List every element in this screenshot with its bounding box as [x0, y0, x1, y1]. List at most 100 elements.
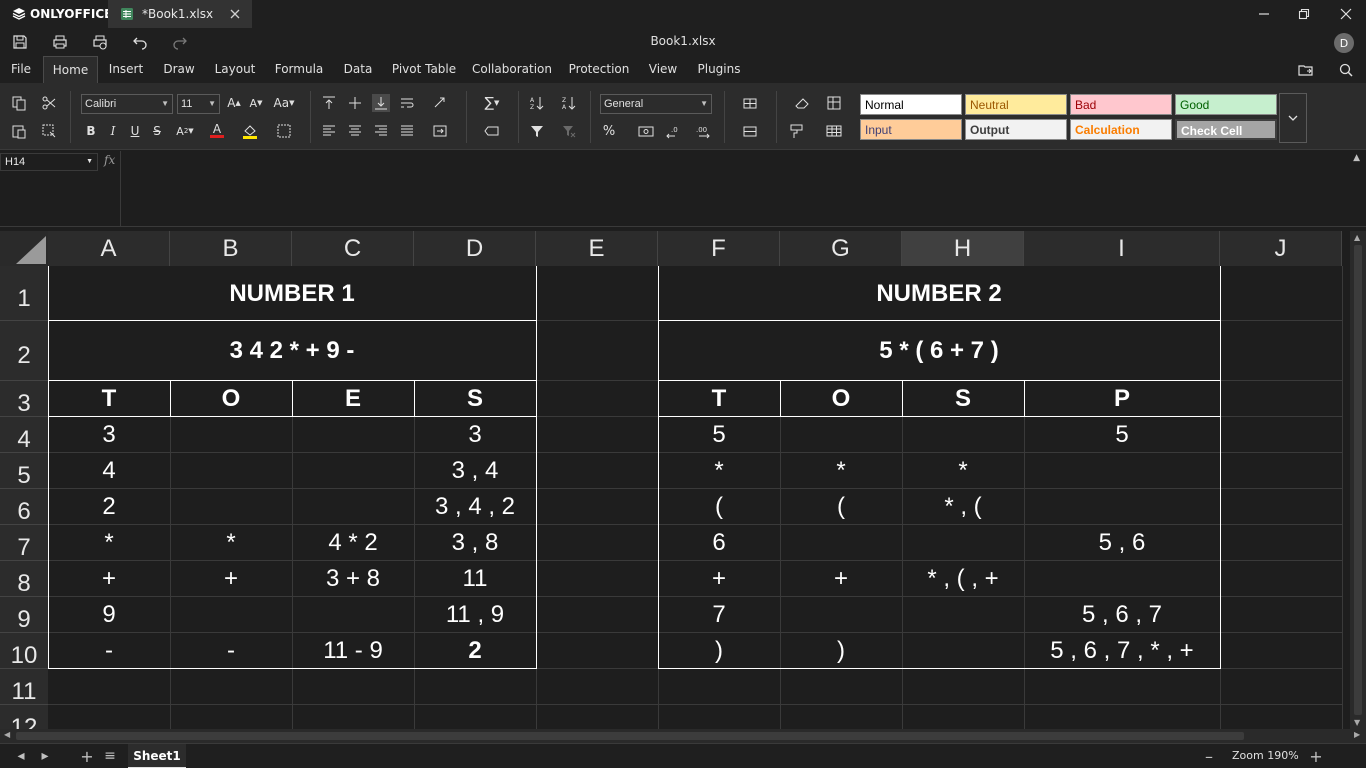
column-header-g[interactable]: G	[780, 231, 902, 266]
table-cell[interactable]: 5 , 6 , 7	[1024, 597, 1220, 632]
table-header-cell[interactable]: T	[48, 381, 170, 417]
table-header-cell[interactable]: O	[780, 381, 902, 417]
clear-filter-button[interactable]	[560, 122, 578, 140]
insert-cells-button[interactable]	[736, 94, 764, 112]
table-cell[interactable]	[780, 525, 902, 560]
row-header-3[interactable]: 3	[0, 381, 48, 417]
tab-home[interactable]: Home	[43, 56, 98, 83]
table-cell[interactable]: 9	[48, 597, 170, 632]
merge-cells-button[interactable]	[426, 122, 454, 140]
row-header-5[interactable]: 5	[0, 453, 48, 489]
tab-plugins[interactable]: Plugins	[692, 56, 746, 83]
row-header-9[interactable]: 9	[0, 597, 48, 633]
style-calculation[interactable]: Calculation	[1070, 119, 1172, 140]
table-cell[interactable]: )	[658, 633, 780, 668]
font-name-select[interactable]: Calibri ▼	[81, 94, 173, 114]
copy-button[interactable]	[10, 94, 28, 112]
tab-protection[interactable]: Protection	[564, 56, 634, 83]
column-header-b[interactable]: B	[170, 231, 292, 266]
table-cell[interactable]: 11 - 9	[292, 633, 414, 668]
table-cell[interactable]: 5 , 6	[1024, 525, 1220, 560]
user-avatar[interactable]: D	[1334, 33, 1354, 53]
table-cell[interactable]: *	[780, 453, 902, 488]
table-cell[interactable]: (	[780, 489, 902, 524]
table-cell[interactable]: +	[48, 561, 170, 596]
named-ranges-button[interactable]	[478, 122, 506, 140]
clear-button[interactable]	[788, 94, 816, 112]
row-header-12[interactable]: 12	[0, 705, 48, 729]
bold-button[interactable]: B	[82, 122, 100, 140]
table-cell[interactable]: * , (	[902, 489, 1024, 524]
subscript-button[interactable]: A 2 ▼	[172, 122, 198, 140]
tab-view[interactable]: View	[644, 56, 682, 83]
table-cell[interactable]	[1024, 561, 1220, 596]
style-good[interactable]: Good	[1175, 94, 1277, 115]
table-cell[interactable]	[292, 453, 414, 488]
table-cell[interactable]	[292, 597, 414, 632]
style-bad[interactable]: Bad	[1070, 94, 1172, 115]
table-cell[interactable]: 5	[658, 417, 780, 452]
table-cell[interactable]: 2	[48, 489, 170, 524]
format-as-table-button[interactable]	[820, 122, 848, 140]
filter-button[interactable]	[528, 122, 546, 140]
table-cell[interactable]	[902, 525, 1024, 560]
underline-button[interactable]: U	[126, 122, 144, 140]
cut-button[interactable]	[40, 94, 58, 112]
strikethrough-button[interactable]: S	[148, 122, 166, 140]
table-header-cell[interactable]: S	[902, 381, 1024, 417]
table-cell[interactable]: -	[48, 633, 170, 668]
table-cell[interactable]	[780, 597, 902, 632]
increase-font-button[interactable]: A ▲	[225, 94, 243, 112]
collapse-formula-icon[interactable]: ▲	[1353, 153, 1360, 163]
first-sheet-icon[interactable]: ◂	[14, 748, 28, 764]
table-cell[interactable]: *	[902, 453, 1024, 488]
table-cell[interactable]	[1024, 489, 1220, 524]
table-cell[interactable]: 11	[414, 561, 536, 596]
tab-insert[interactable]: Insert	[104, 56, 148, 83]
select-all-corner[interactable]	[0, 231, 48, 266]
table-cell[interactable]	[170, 417, 292, 452]
borders-button[interactable]	[270, 122, 298, 140]
more-styles-button[interactable]	[1279, 93, 1307, 143]
style-neutral[interactable]: Neutral	[965, 94, 1067, 115]
table-cell[interactable]: 6	[658, 525, 780, 560]
fill-color-button[interactable]	[236, 122, 264, 140]
column-header-f[interactable]: F	[658, 231, 780, 266]
last-sheet-icon[interactable]: ▸	[38, 748, 52, 764]
table-cell[interactable]	[780, 417, 902, 452]
column-header-h[interactable]: H	[902, 231, 1024, 266]
table-header-cell[interactable]: O	[170, 381, 292, 417]
column-header-d[interactable]: D	[414, 231, 536, 266]
table-cell[interactable]: 7	[658, 597, 780, 632]
table-cell[interactable]	[902, 633, 1024, 668]
table-cell[interactable]: *	[48, 525, 170, 560]
style-input[interactable]: Input	[860, 119, 962, 140]
tab-collaboration[interactable]: Collaboration	[470, 56, 554, 83]
scroll-down-icon[interactable]: ▼	[1354, 718, 1360, 727]
vertical-scrollbar[interactable]: ▲ ▼	[1350, 231, 1366, 729]
copy-style-button[interactable]	[788, 122, 806, 140]
style-check-cell[interactable]: Check Cell	[1175, 119, 1277, 140]
close-window-button[interactable]	[1326, 0, 1366, 28]
sort-ascending-button[interactable]: AZ	[528, 94, 546, 112]
table-cell[interactable]	[292, 417, 414, 452]
row-header-2[interactable]: 2	[0, 321, 48, 381]
row-header-6[interactable]: 6	[0, 489, 48, 525]
style-normal[interactable]: Normal	[860, 94, 962, 115]
row-header-7[interactable]: 7	[0, 525, 48, 561]
table-cell[interactable]: 11 , 9	[414, 597, 536, 632]
column-header-c[interactable]: C	[292, 231, 414, 266]
column-header-e[interactable]: E	[536, 231, 658, 266]
sheet-list-icon[interactable]: ≡	[103, 748, 117, 764]
tab-data[interactable]: Data	[338, 56, 378, 83]
search-icon[interactable]	[1338, 62, 1354, 78]
justify-button[interactable]	[398, 122, 416, 140]
change-case-button[interactable]: Aa ▼	[272, 94, 296, 112]
conditional-formatting-button[interactable]	[820, 94, 848, 112]
column-header-a[interactable]: A	[48, 231, 170, 266]
zoom-out-icon[interactable]: –	[1202, 747, 1216, 766]
italic-button[interactable]: I	[104, 122, 122, 140]
table-cell[interactable]: 3 + 8	[292, 561, 414, 596]
percent-style-button[interactable]: %	[600, 122, 618, 140]
tab-pivot-table[interactable]: Pivot Table	[388, 56, 460, 83]
